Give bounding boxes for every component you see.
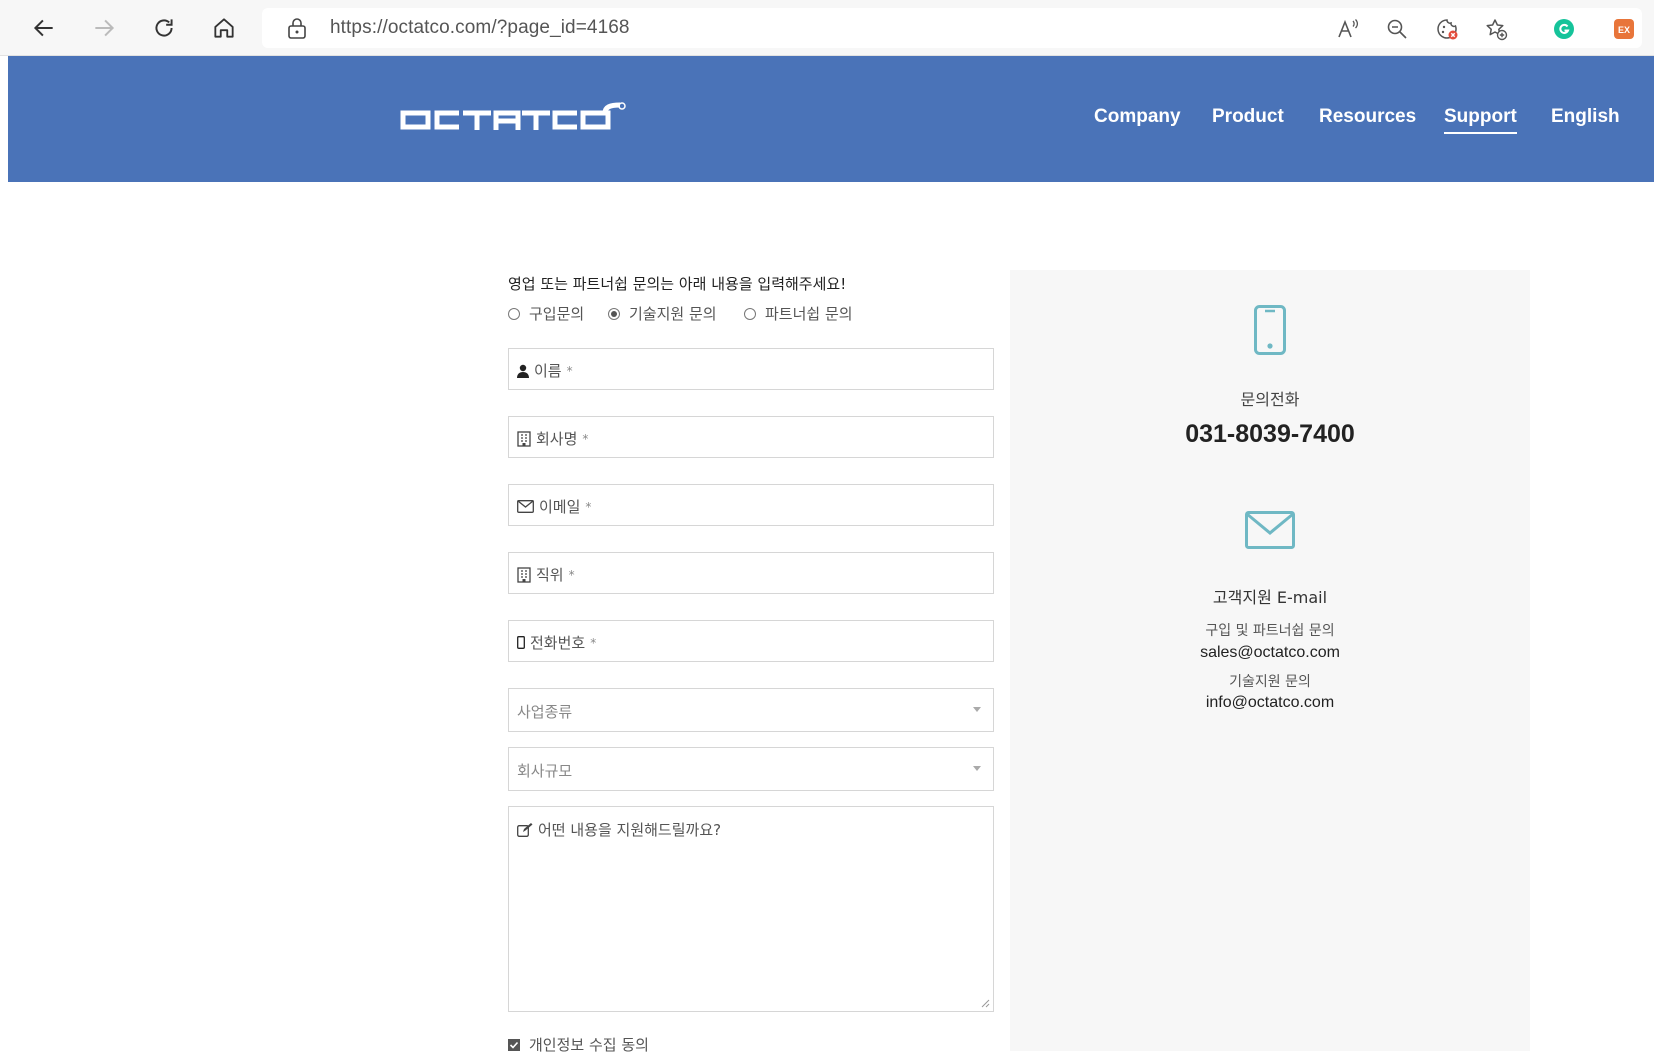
company-size-select[interactable]: 회사규모 <box>508 747 994 791</box>
name-placeholder: 이름 * <box>517 360 573 381</box>
business-type-placeholder: 사업종류 <box>517 703 573 721</box>
privacy-consent-checkbox[interactable]: 개인정보 수집 동의 <box>508 1034 649 1055</box>
svg-text:EX: EX <box>1618 25 1630 35</box>
tracking-prevention-icon <box>1437 19 1458 40</box>
zoom-out-icon <box>1387 19 1407 39</box>
phone-field[interactable]: 전화번호 * <box>508 620 994 662</box>
envelope-icon <box>517 500 534 513</box>
refresh-icon <box>155 19 173 37</box>
mobile-icon <box>517 636 525 649</box>
grammarly-extension-button[interactable] <box>1550 16 1578 42</box>
address-bar[interactable]: https://octatco.com/?page_id=4168 EX <box>262 8 1642 48</box>
add-favorite-icon <box>1486 19 1508 41</box>
mail-icon <box>1245 511 1295 549</box>
read-aloud-icon <box>1338 19 1359 38</box>
grammarly-icon <box>1554 19 1574 39</box>
user-icon <box>517 364 529 378</box>
lock-icon[interactable] <box>286 16 308 40</box>
consent-label: 개인정보 수집 동의 <box>529 1036 649 1054</box>
company-size-placeholder: 회사규모 <box>517 762 573 780</box>
zoom-out-button[interactable] <box>1383 16 1411 42</box>
forward-arrow-icon <box>95 19 115 37</box>
browser-toolbar: https://octatco.com/?page_id=4168 EX <box>0 0 1654 56</box>
chevron-down-icon <box>973 707 981 712</box>
name-field[interactable]: 이름 * <box>508 348 994 390</box>
nav-resources[interactable]: Resources <box>1319 106 1416 132</box>
radio-label: 구입문의 <box>529 305 585 323</box>
form-intro: 영업 또는 파트너쉽 문의는 아래 내용을 입력해주세요! <box>508 275 847 293</box>
smartphone-icon <box>1254 305 1286 355</box>
phone-number[interactable]: 031-8039-7400 <box>1010 420 1530 449</box>
forward-button[interactable] <box>86 10 122 46</box>
support-email-link[interactable]: info@octatco.com <box>1010 694 1530 712</box>
position-field[interactable]: 직위 * <box>508 552 994 594</box>
edit-icon <box>517 822 533 837</box>
back-button[interactable] <box>26 10 62 46</box>
home-icon <box>214 18 234 38</box>
sales-label: 구입 및 파트너쉽 문의 <box>1205 623 1335 639</box>
extension-ex-icon: EX <box>1614 19 1634 39</box>
radio-button[interactable] <box>508 307 520 320</box>
refresh-button[interactable] <box>146 10 182 46</box>
phone-label: 문의전화 <box>1240 390 1300 409</box>
resize-handle-icon[interactable] <box>980 998 990 1008</box>
phone-placeholder: 전화번호 * <box>517 632 596 653</box>
radio-partnership[interactable]: 파트너쉽 문의 <box>744 303 853 324</box>
company-placeholder: 회사명 * <box>517 428 588 449</box>
nav-support[interactable]: Support <box>1444 106 1517 134</box>
radio-tech-support[interactable]: 기술지원 문의 <box>608 303 717 324</box>
radio-purchase[interactable]: 구입문의 <box>508 303 584 324</box>
nav-product[interactable]: Product <box>1212 106 1284 132</box>
add-favorite-button[interactable] <box>1482 16 1510 42</box>
nav-english[interactable]: English <box>1551 106 1620 132</box>
radio-label: 파트너쉽 문의 <box>765 305 853 323</box>
nav-company[interactable]: Company <box>1094 106 1181 132</box>
tracking-prevention-button[interactable] <box>1433 16 1461 42</box>
url-text[interactable]: https://octatco.com/?page_id=4168 <box>330 17 630 39</box>
extension-button[interactable]: EX <box>1610 16 1638 42</box>
home-button[interactable] <box>206 10 242 46</box>
message-textarea[interactable]: 어떤 내용을 지원해드릴까요? <box>508 806 994 1012</box>
building-icon <box>517 566 531 583</box>
checkbox-checked-icon[interactable] <box>508 1038 520 1051</box>
email-placeholder: 이메일 * <box>517 496 591 517</box>
read-aloud-button[interactable] <box>1334 16 1362 42</box>
email-field[interactable]: 이메일 * <box>508 484 994 526</box>
radio-button-selected[interactable] <box>608 307 620 320</box>
company-field[interactable]: 회사명 * <box>508 416 994 458</box>
chevron-down-icon <box>973 766 981 771</box>
site-header: Company Product Resources Support Englis… <box>8 56 1654 182</box>
sales-email-link[interactable]: sales@octatco.com <box>1010 644 1530 662</box>
email-title: 고객지원 E-mail <box>1212 588 1328 607</box>
building-icon <box>517 430 531 447</box>
contact-panel: 문의전화 031-8039-7400 고객지원 E-mail 구입 및 파트너쉽… <box>1010 270 1530 1051</box>
business-type-select[interactable]: 사업종류 <box>508 688 994 732</box>
support-label: 기술지원 문의 <box>1229 674 1311 690</box>
octatco-logo[interactable] <box>400 102 636 136</box>
radio-label: 기술지원 문의 <box>629 305 717 323</box>
position-placeholder: 직위 * <box>517 564 575 585</box>
back-arrow-icon <box>33 19 53 37</box>
message-placeholder: 어떤 내용을 지원해드릴까요? <box>517 819 721 840</box>
radio-button[interactable] <box>744 307 756 320</box>
